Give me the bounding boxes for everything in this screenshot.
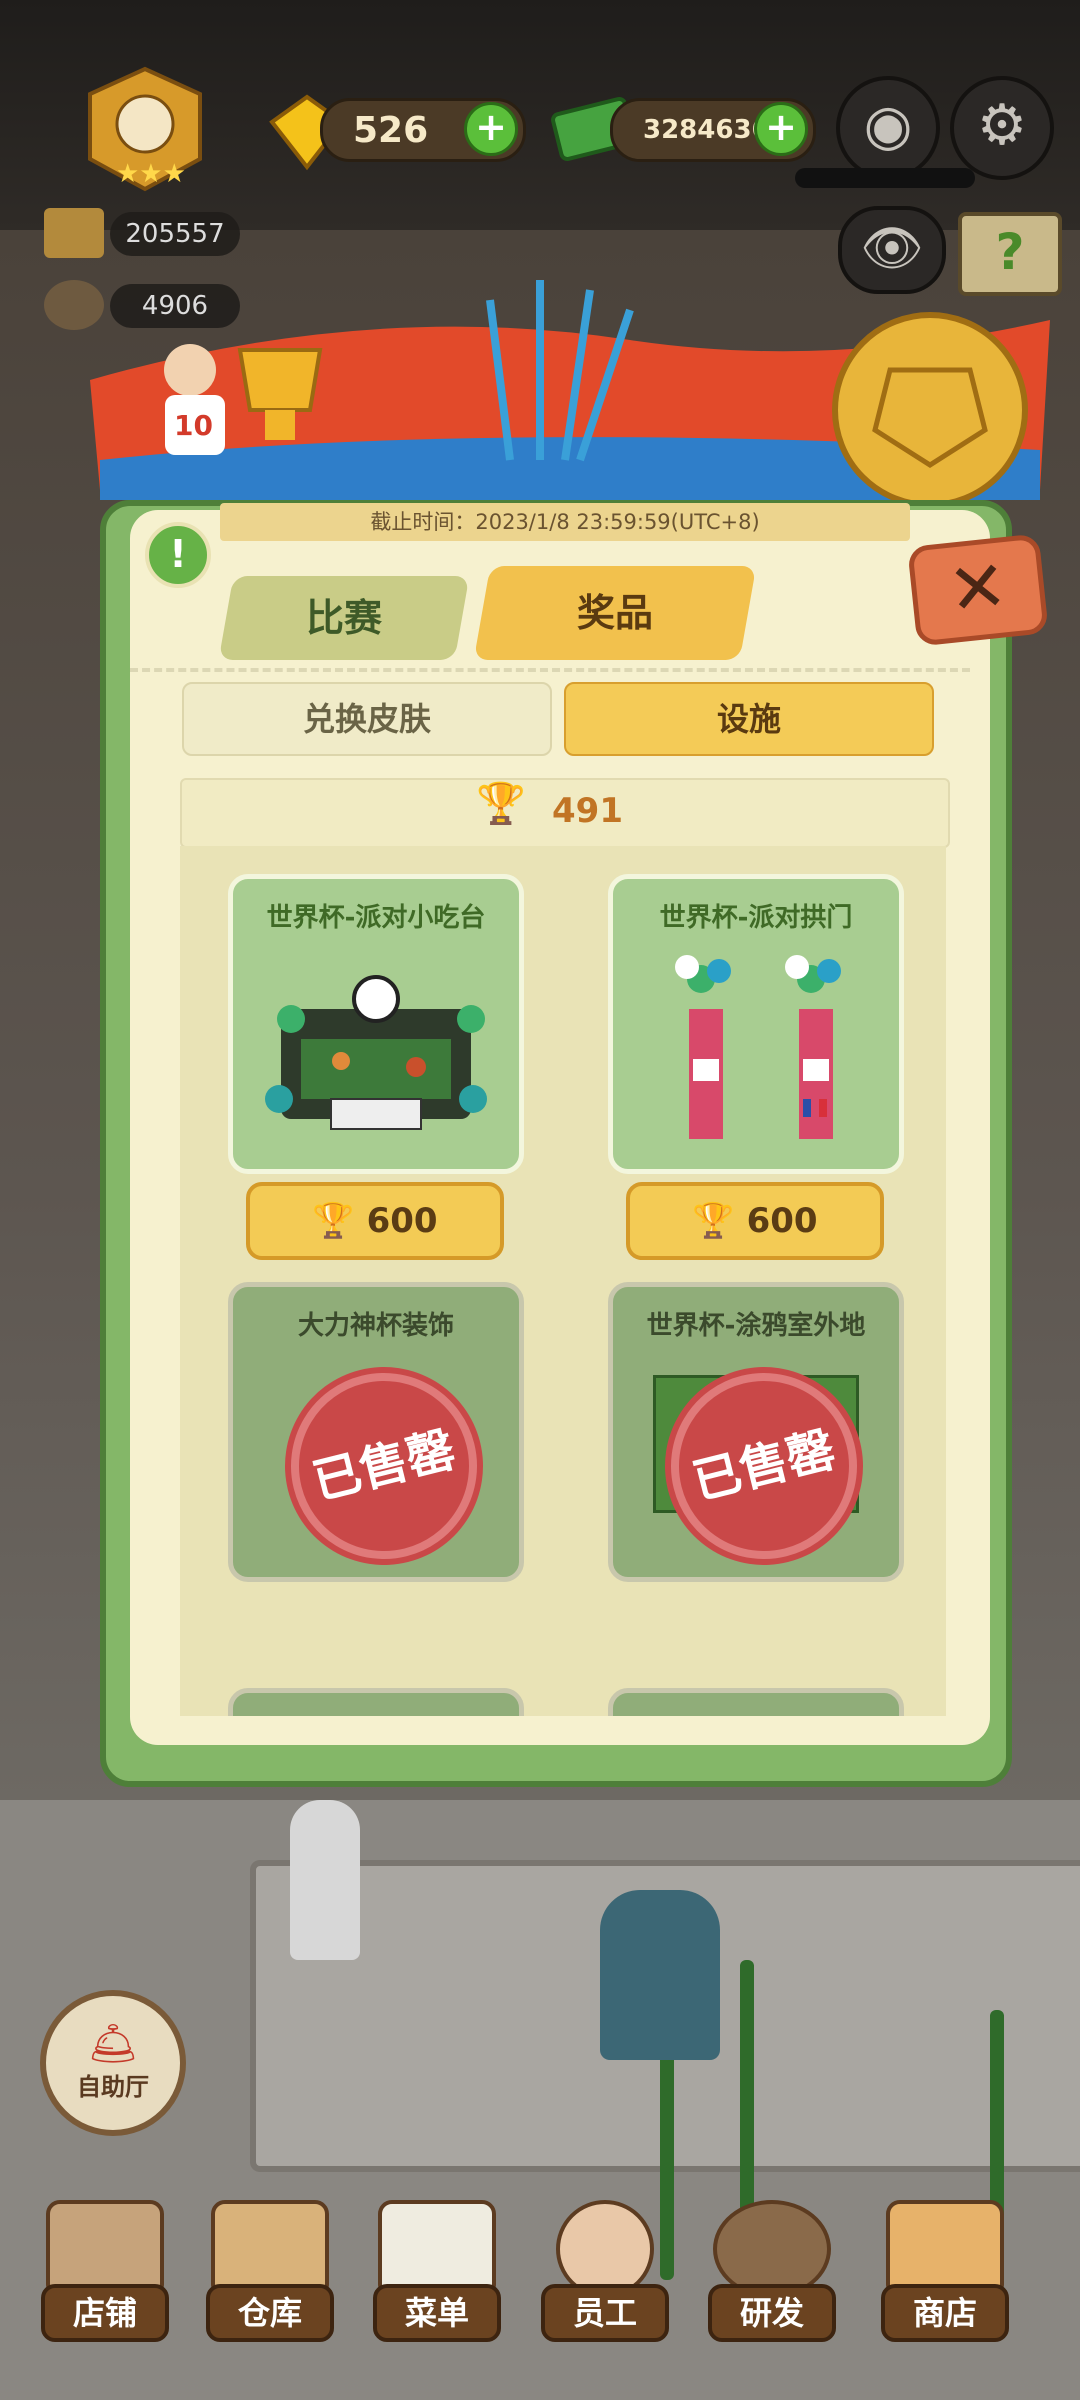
nav-menu[interactable]: 菜单 <box>362 2200 512 2360</box>
buffet-button[interactable]: 🛎 自助厅 <box>40 1990 186 2136</box>
tab-match-label: 比赛 <box>305 596 382 640</box>
subtab-skins-label: 兑换皮肤 <box>302 700 431 738</box>
add-gems-button[interactable]: + <box>464 102 518 156</box>
trophy-icon: 🏆 <box>692 1201 735 1241</box>
exclamation-icon: ! <box>169 532 187 576</box>
status-bar-strip <box>795 168 975 188</box>
prize-title: 世界杯-涂鸦室外地 <box>646 1311 866 1341</box>
world-cup-banner: 10 <box>70 260 1060 510</box>
subtab-skins[interactable]: 兑换皮肤 <box>182 682 552 756</box>
camera-button[interactable]: ◉ <box>836 76 940 180</box>
nav-label: 商店 <box>881 2284 1009 2342</box>
subtab-facilities-label: 设施 <box>716 700 781 738</box>
prize-card-sold-out: 大力神杯装饰 已售罄 <box>228 1282 524 1582</box>
tab-divider <box>130 668 970 672</box>
nav-shop-front[interactable]: 店铺 <box>30 2200 180 2360</box>
prize-title: 大力神杯装饰 <box>297 1311 454 1341</box>
prize-card-sold-out: 世界杯-涂鸦室外地 已售罄 <box>608 1282 904 1582</box>
prize-list[interactable]: 世界杯-派对小吃台 🏆 600 世界杯-派对拱门 🏆 600 大力神杯装饰 已售… <box>180 846 946 1716</box>
gem-count: 526 <box>353 109 429 151</box>
trophy-icon: 🏆 <box>476 781 526 827</box>
chef-rank-badge[interactable]: ★★★ <box>50 64 240 194</box>
add-cash-button[interactable]: + <box>754 102 808 156</box>
buy-button[interactable]: 🏆 600 <box>246 1182 504 1260</box>
nav-label: 菜单 <box>373 2284 501 2342</box>
settings-button[interactable]: ⚙ <box>950 76 1054 180</box>
chef-character <box>600 1890 720 2060</box>
subtab-facilities[interactable]: 设施 <box>564 682 934 756</box>
prize-card-partial[interactable] <box>608 1688 904 1716</box>
prize-price: 600 <box>366 1201 438 1241</box>
close-button[interactable]: ✕ <box>907 533 1049 647</box>
info-button[interactable]: ! <box>145 522 211 588</box>
nav-warehouse[interactable]: 仓库 <box>195 2200 345 2360</box>
prize-title: 世界杯-派对小吃台 <box>266 903 486 933</box>
nav-label: 店铺 <box>41 2284 169 2342</box>
tab-prizes[interactable]: 奖品 <box>473 566 757 660</box>
prize-card-partial[interactable] <box>228 1688 524 1716</box>
tab-match[interactable]: 比赛 <box>218 576 470 660</box>
waiter-character <box>290 1800 360 1960</box>
gear-icon: ⚙ <box>976 93 1028 158</box>
stat-1: 205557 <box>110 212 240 256</box>
nav-label: 员工 <box>541 2284 669 2342</box>
trophy-count: 491 <box>552 791 623 831</box>
jersey-number: 10 <box>174 409 213 442</box>
nav-store[interactable]: 商店 <box>870 2200 1020 2360</box>
prize-card[interactable]: 世界杯-派对拱门 <box>608 874 904 1174</box>
camera-icon: ◉ <box>863 93 913 158</box>
snack-table-image <box>251 949 501 1149</box>
sold-out-stamp: 已售罄 <box>271 1353 497 1579</box>
nav-research[interactable]: 研发 <box>697 2200 847 2360</box>
nav-staff[interactable]: 员工 <box>530 2200 680 2360</box>
buffet-label: 自助厅 <box>77 2073 149 2101</box>
trophy-icon: 🏆 <box>312 1201 355 1241</box>
deadline-text: 截止时间：2023/1/8 23:59:59(UTC+8) <box>220 503 910 541</box>
restaurant-level-icon <box>44 208 104 258</box>
prize-price: 600 <box>746 1201 818 1241</box>
buy-button[interactable]: 🏆 600 <box>626 1182 884 1260</box>
nav-label: 仓库 <box>206 2284 334 2342</box>
nav-label: 研发 <box>708 2284 836 2342</box>
close-icon: ✕ <box>944 544 1012 632</box>
svg-text:★★★: ★★★ <box>116 159 186 189</box>
party-arch-image <box>631 949 881 1149</box>
prize-card[interactable]: 世界杯-派对小吃台 <box>228 874 524 1174</box>
cloche-icon: 🛎 <box>87 2021 139 2067</box>
tab-prizes-label: 奖品 <box>576 591 653 635</box>
prize-title: 世界杯-派对拱门 <box>659 903 853 933</box>
